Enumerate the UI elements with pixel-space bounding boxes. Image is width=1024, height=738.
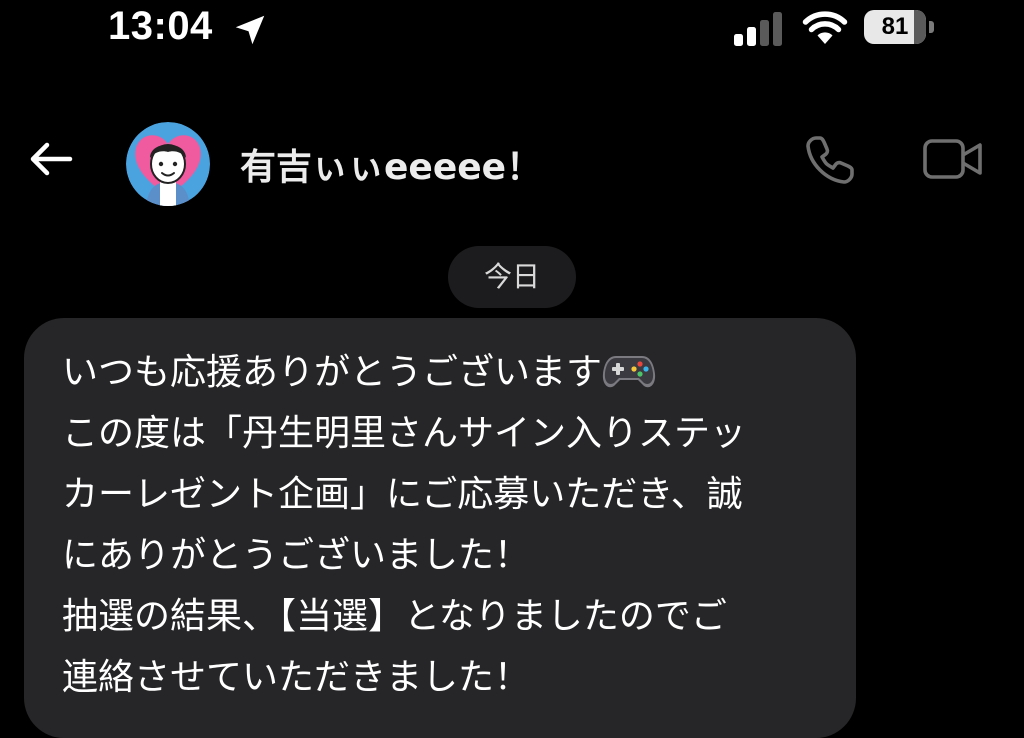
location-arrow-icon — [235, 15, 265, 45]
battery-body: 81 — [864, 10, 926, 44]
message-text: いつも応援ありがとうございます この度は「丹生明里さんサイン入りステッ カーレゼ… — [62, 342, 842, 708]
video-game-controller-icon — [602, 356, 656, 388]
message-line: にありがとうございました！ — [62, 535, 531, 576]
message-bubble[interactable]: いつも応援ありがとうございます この度は「丹生明里さんサイン入りステッ カーレゼ… — [24, 318, 856, 738]
message-line: いつも応援ありがとうございます — [62, 342, 842, 403]
phone-icon[interactable] — [802, 132, 858, 188]
status-time: 13:04 — [108, 4, 213, 48]
date-separator: 今日 — [448, 246, 576, 308]
conversation-header: 有吉ぃぃeeeee！ — [0, 110, 1024, 210]
message-line: カーレゼント企画」にご応募いただき、誠 — [62, 474, 743, 515]
message-line-text: いつも応援ありがとうございます — [62, 352, 603, 393]
message-line: この度は「丹生明里さんサイン入りステッ — [62, 413, 747, 454]
battery-level: 81 — [881, 13, 909, 40]
message-line: 抽選の結果、【当選】となりましたのでご — [62, 596, 727, 637]
back-arrow-icon[interactable] — [26, 134, 76, 184]
video-camera-icon[interactable] — [922, 134, 984, 184]
battery-icon: 81 — [864, 10, 936, 46]
battery-cap — [929, 21, 934, 33]
status-bar: 13:04 81 — [0, 0, 1024, 64]
message-line: 連絡させていただきました！ — [62, 657, 531, 698]
avatar[interactable] — [126, 122, 210, 206]
wifi-icon — [802, 11, 848, 44]
cellular-signal-icon — [734, 12, 782, 46]
contact-name[interactable]: 有吉ぃぃeeeee！ — [240, 138, 542, 190]
